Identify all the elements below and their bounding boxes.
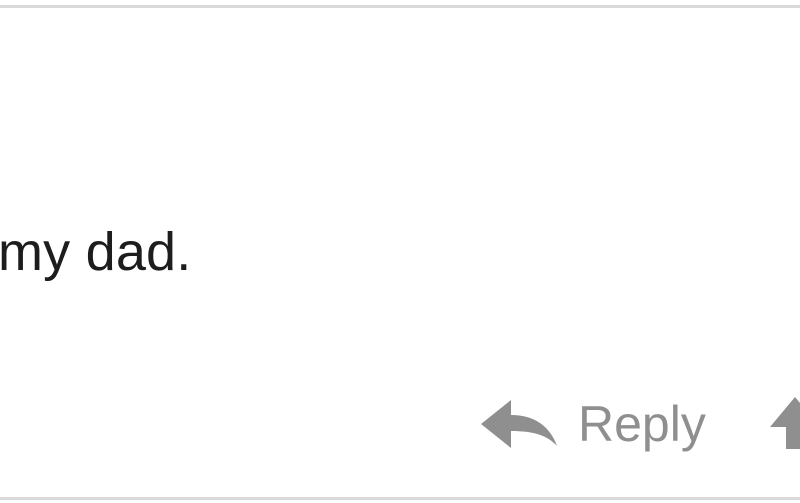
upvote-arrow-icon[interactable] — [770, 392, 800, 452]
top-divider — [0, 5, 800, 8]
reply-arrow-icon — [481, 400, 557, 448]
comment-text: my dad. — [0, 222, 192, 282]
reply-button[interactable]: Reply — [478, 386, 706, 462]
comment-card: my dad. Reply — [0, 0, 800, 503]
bottom-divider — [0, 497, 800, 500]
reply-label: Reply — [578, 396, 706, 452]
